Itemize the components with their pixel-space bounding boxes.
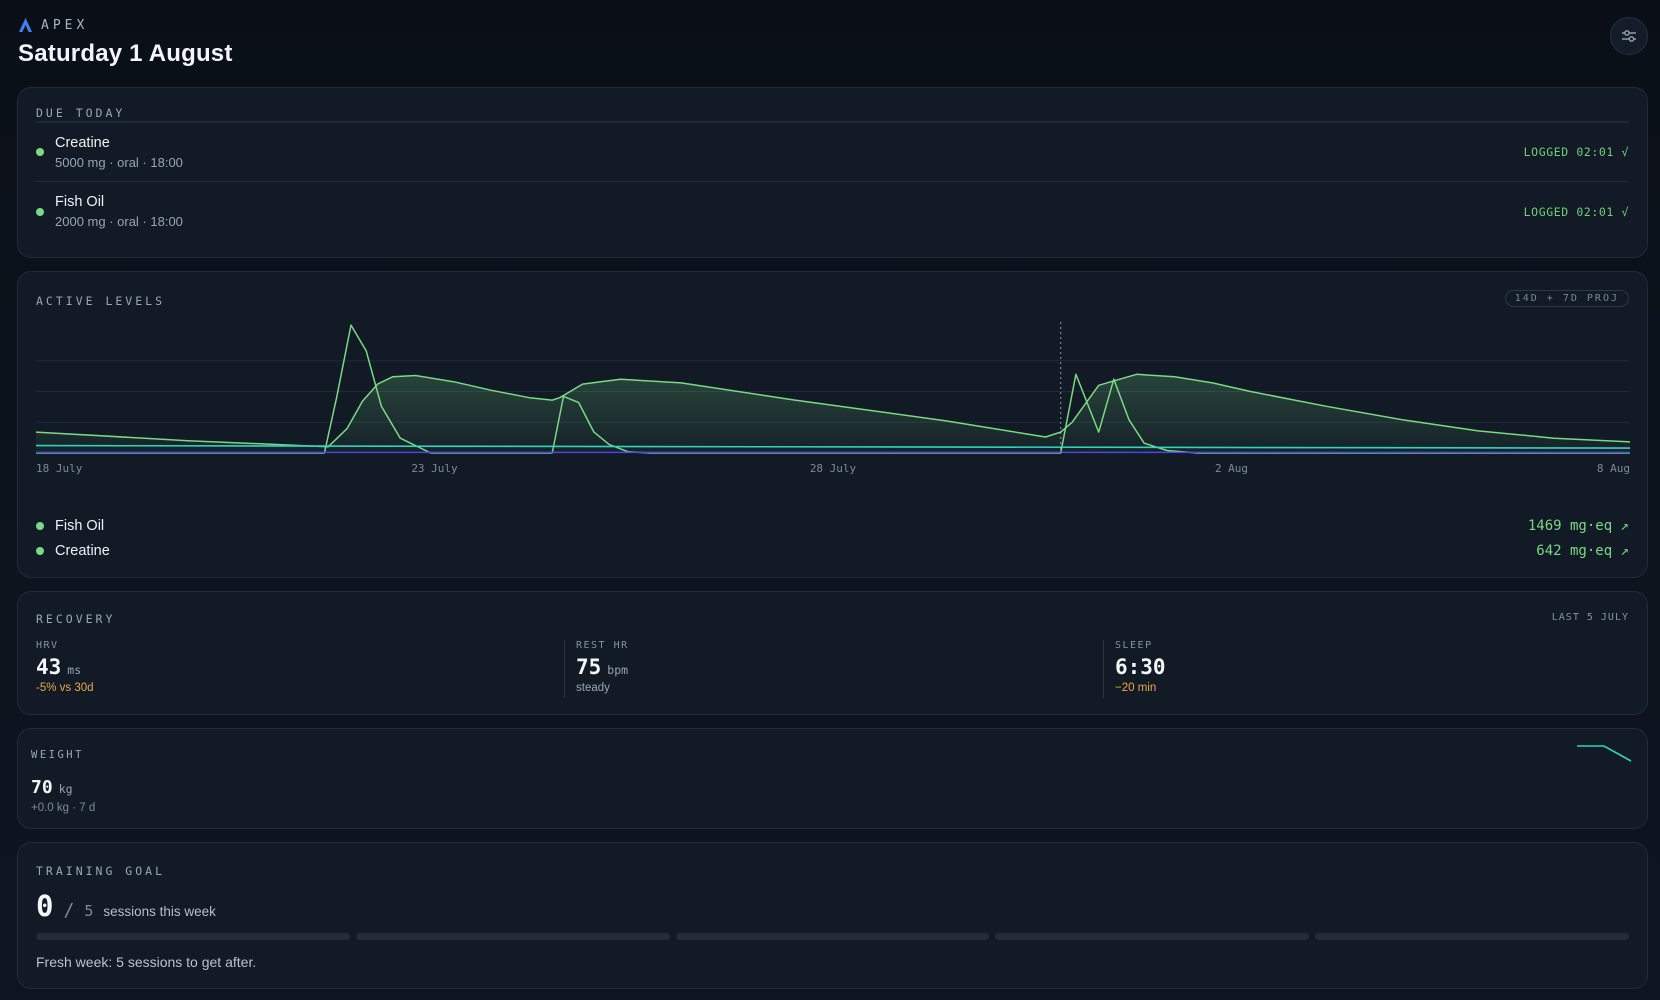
status-dot: [36, 207, 44, 216]
projection-badge[interactable]: 14D + 7D PROJ: [1504, 290, 1629, 307]
weight-label: WEIGHT: [31, 749, 84, 761]
brand-name: APEX: [41, 17, 89, 33]
legend-name: Creatine: [55, 543, 110, 559]
metric-value: 43: [36, 655, 62, 679]
x-tick-label: 8 Aug: [1597, 462, 1630, 475]
metric-value: 75: [576, 655, 602, 679]
med-name: Creatine: [55, 134, 110, 151]
weight-trend-line: [1577, 745, 1632, 762]
settings-button[interactable]: [1610, 17, 1648, 55]
training-goal-label: TRAINING GOAL: [36, 864, 166, 878]
session-segment[interactable]: [1315, 933, 1629, 940]
due-today-card: DUE TODAY Creatine 5000 mg · oral · 18:0…: [17, 87, 1648, 258]
weight-unit: kg: [58, 782, 73, 796]
logged-status[interactable]: LOGGED 02:01 √: [1524, 205, 1629, 219]
apex-logo-icon: [19, 18, 32, 32]
metric-hrv[interactable]: HRV 43 ms -5% vs 30d: [36, 640, 551, 698]
app-header: APEX Saturday 1 August: [18, 16, 1648, 72]
session-segment[interactable]: [995, 933, 1310, 940]
recovery-last-date: LAST 5 JULY: [1551, 612, 1629, 623]
legend-dot: [36, 522, 44, 530]
training-note: Fresh week: 5 sessions to get after.: [36, 954, 257, 970]
metric-delta: steady: [576, 682, 610, 694]
med-name: Fish Oil: [55, 194, 105, 210]
series-area-fill: [36, 374, 1630, 453]
due-item-fish-oil[interactable]: Fish Oil 2000 mg · oral · 18:00 LOGGED 0…: [36, 182, 1629, 241]
metric-rest-hr[interactable]: REST HR 75 bpm steady: [564, 640, 1084, 698]
active-levels-card: 18 July 23 July 28 July 2 Aug 8 Aug ACTIVE L…: [17, 271, 1648, 578]
status-dot: [36, 148, 44, 156]
brand: APEX: [18, 16, 1648, 34]
recovery-label: RECOVERY: [36, 612, 116, 626]
training-goal-card: TRAINING GOAL 0 / 5 sessions this week F…: [17, 842, 1648, 989]
page-title: Saturday 1 August: [18, 40, 233, 67]
due-today-label: DUE TODAY: [36, 106, 126, 120]
legend-item-creatine[interactable]: Creatine 642 mg·eq ↗: [36, 540, 1629, 562]
metric-label: SLEEP: [1115, 640, 1153, 651]
metric-label: HRV: [36, 640, 59, 651]
weight-sparkline: [1577, 745, 1632, 762]
session-segment[interactable]: [355, 933, 670, 940]
sessions-target: 5: [84, 902, 94, 920]
metric-label: REST HR: [576, 640, 629, 651]
x-tick-label: 2 Aug: [1215, 462, 1248, 475]
x-tick-label: 18 July: [36, 462, 83, 475]
legend-value[interactable]: 642 mg·eq ↗: [1536, 543, 1629, 559]
sessions-suffix: sessions this week: [103, 904, 216, 919]
metric-value: 6:30: [1115, 655, 1166, 679]
x-tick-label: 23 July: [411, 462, 458, 475]
active-levels-label: ACTIVE LEVELS: [36, 294, 166, 308]
logged-status[interactable]: LOGGED 02:01 √: [1524, 145, 1629, 159]
legend-item-fish-oil[interactable]: Fish Oil 1469 mg·eq ↗: [36, 515, 1629, 537]
sliders-icon: [1622, 30, 1636, 42]
weight-card[interactable]: WEIGHT 70 kg +0.0 kg · 7 d: [17, 728, 1648, 829]
session-count: 0 / 5 sessions this week: [36, 889, 216, 923]
med-detail: 2000 mg · oral · 18:00: [55, 214, 183, 229]
sessions-done: 0: [36, 889, 54, 923]
legend-value[interactable]: 1469 mg·eq ↗: [1528, 518, 1629, 534]
weight-delta: +0.0 kg · 7 d: [31, 802, 96, 814]
sessions-slash: /: [63, 900, 75, 921]
metric-delta: −20 min: [1115, 682, 1157, 694]
session-segment[interactable]: [36, 933, 350, 940]
legend-dot: [36, 547, 44, 555]
legend-name: Fish Oil: [55, 518, 105, 534]
due-item-creatine[interactable]: Creatine 5000 mg · oral · 18:00 LOGGED 0…: [36, 123, 1629, 182]
active-levels-chart: 18 July 23 July 28 July 2 Aug 8 Aug: [35, 322, 1631, 475]
metric-sleep[interactable]: SLEEP 6:30 −20 min: [1103, 640, 1623, 698]
weight-value: 70: [31, 777, 53, 798]
x-tick-label: 28 July: [810, 462, 857, 475]
session-progress: [36, 933, 1629, 940]
recovery-card: RECOVERY LAST 5 JULY HRV 43 ms -5% vs 30d…: [17, 591, 1648, 715]
session-segment[interactable]: [675, 933, 990, 940]
metric-delta: -5% vs 30d: [36, 682, 94, 694]
metric-unit: bpm: [607, 663, 629, 677]
med-detail: 5000 mg · oral · 18:00: [55, 154, 183, 170]
metric-unit: ms: [67, 663, 82, 677]
